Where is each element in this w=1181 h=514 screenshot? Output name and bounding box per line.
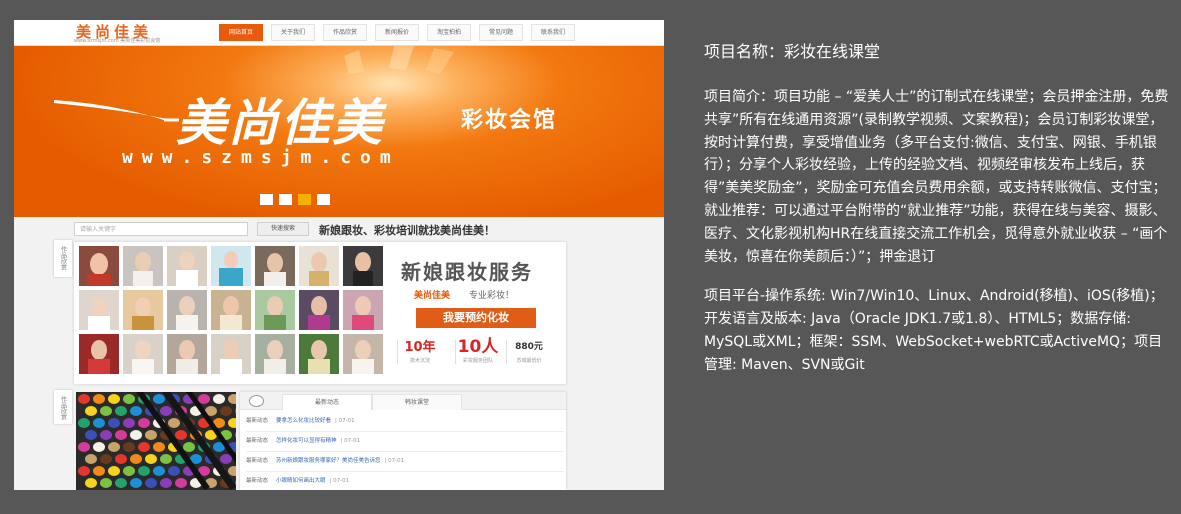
gallery-photo[interactable] xyxy=(299,334,339,374)
bridal-title: 新娘跟妆服务 xyxy=(401,260,533,284)
slide-dot[interactable] xyxy=(260,194,273,205)
search-input[interactable]: 请输入关键字 xyxy=(74,222,248,236)
gallery-photo[interactable] xyxy=(123,334,163,374)
slide-dot-active[interactable] xyxy=(298,194,311,205)
photo-grid xyxy=(79,246,389,378)
project-title: 项目名称：彩妆在线课堂 xyxy=(704,42,881,61)
gallery-photo[interactable] xyxy=(123,246,163,286)
nav-item-works[interactable]: 作品欣赏 xyxy=(323,24,367,41)
stat-caption: 彩妆服务团队 xyxy=(462,358,493,364)
site-header: 美尚佳美 www.szmsjm.com 美尚佳美彩妆会馆 网站首页 关于我们 作… xyxy=(14,20,664,46)
stat-value: 10年 xyxy=(404,340,436,355)
slide-dot[interactable] xyxy=(279,194,292,205)
gallery-photo[interactable] xyxy=(167,290,207,330)
project-description: 项目名称：彩妆在线课堂 项目简介：项目功能 – “爱美人士”的订制式在线课堂；会… xyxy=(704,40,1170,377)
gallery-photo[interactable] xyxy=(167,246,207,286)
search-button[interactable]: 快速搜索 xyxy=(257,222,309,236)
news-category: 最新动态 xyxy=(246,458,269,464)
gallery-photo[interactable] xyxy=(79,334,119,374)
project-intro: 项目简介：项目功能 – “爱美人士”的订制式在线课堂；会员押金注册，免费共享”所… xyxy=(704,89,1169,265)
banner-url: www.szmsjm.com xyxy=(122,147,400,168)
side-tab-label: 作品欣赏 xyxy=(59,246,67,270)
tab-makeup-class[interactable]: 韩妆课堂 xyxy=(372,394,462,410)
side-tab-works-2[interactable]: 作品欣赏 xyxy=(54,390,72,424)
nav-item-contact[interactable]: 联系我们 xyxy=(531,24,575,41)
side-tab-label: 作品欣赏 xyxy=(59,396,67,420)
gallery-photo[interactable] xyxy=(211,246,251,286)
website-screenshot: 美尚佳美 www.szmsjm.com 美尚佳美彩妆会馆 网站首页 关于我们 作… xyxy=(14,20,664,490)
news-category: 最新动态 xyxy=(246,418,269,424)
stat-caption: 苏城最低价 xyxy=(516,358,542,364)
book-makeup-button[interactable]: 我要预约化妆 xyxy=(416,308,536,328)
stat-value: 880元 xyxy=(515,342,543,352)
news-panel: 最新动态 韩妆课堂 最新动态 要拿怎么化妆比较好看 | 07-01 最新动态 怎样化妆… xyxy=(240,392,566,490)
news-category: 最新动态 xyxy=(246,478,269,484)
gallery-photo[interactable] xyxy=(255,246,295,286)
gallery-photo[interactable] xyxy=(255,290,295,330)
banner-subtitle: 彩妆会馆 xyxy=(461,108,558,133)
news-title[interactable]: 要拿怎么化妆比较好看 xyxy=(276,418,331,424)
stat-team: 10人 彩妆服务团队 xyxy=(455,337,500,364)
news-item[interactable]: 最新动态 要拿怎么化妆比较好看 | 07-01 xyxy=(246,412,564,432)
gallery-photo[interactable] xyxy=(79,290,119,330)
gallery-photo[interactable] xyxy=(211,290,251,330)
news-title[interactable]: 怎样化妆可以显得有精神 xyxy=(276,438,337,444)
nav-item-home[interactable]: 网站首页 xyxy=(219,24,263,41)
slide-dot[interactable] xyxy=(317,194,330,205)
news-date: | 07-01 xyxy=(335,418,355,424)
side-tab-works[interactable]: 作品欣赏 xyxy=(54,240,72,277)
nav-item-taobao[interactable]: 淘宝拍拍 xyxy=(427,24,471,41)
stat-price: 880元 苏城最低价 xyxy=(506,340,551,364)
gallery-photo[interactable] xyxy=(211,334,251,374)
gallery-photo[interactable] xyxy=(299,290,339,330)
news-category: 最新动态 xyxy=(246,438,269,444)
news-item[interactable]: 最新动态 怎样化妆可以显得有精神 | 07-01 xyxy=(246,432,564,452)
gallery-photo[interactable] xyxy=(167,334,207,374)
slide-indicators xyxy=(260,194,330,205)
bridal-service-panel: 新娘跟妆服务 美尚佳美 专业彩妆！ 我要预约化妆 10年 技术沉淀 10人 彩妆… xyxy=(74,242,566,384)
banner-title: 美尚佳美 xyxy=(176,94,384,152)
news-item[interactable]: 最新动态 苏州新娘跟妆服务哪家好？美尚佳美告诉您 | 07-01 xyxy=(246,452,564,472)
bridal-tagline: 专业彩妆！ xyxy=(469,291,515,301)
news-item[interactable]: 最新动态 小眼睛如何画出大眼 | 07-01 xyxy=(246,472,564,490)
news-tabs: 最新动态 韩妆课堂 xyxy=(240,392,566,410)
news-title[interactable]: 苏州新娘跟妆服务哪家好？美尚佳美告诉您 xyxy=(276,458,381,464)
stat-value: 10人 xyxy=(457,337,499,357)
check-circle-icon xyxy=(249,395,264,407)
news-date: | 07-01 xyxy=(384,458,405,464)
stat-caption: 技术沉淀 xyxy=(409,358,430,364)
stat-years: 10年 技术沉淀 xyxy=(397,340,442,364)
nav-item-news[interactable]: 新闻报价 xyxy=(375,24,419,41)
gallery-photo[interactable] xyxy=(343,246,383,286)
news-date: | 07-01 xyxy=(329,478,350,484)
news-date: | 07-01 xyxy=(340,438,361,444)
slogan-text: 新娘跟妆、彩妆培训就找美尚佳美！ xyxy=(319,224,495,237)
gallery-photo[interactable] xyxy=(299,246,339,286)
main-nav: 网站首页 关于我们 作品欣赏 新闻报价 淘宝拍拍 常见问题 联系我们 xyxy=(219,24,575,41)
nav-item-faq[interactable]: 常见问题 xyxy=(479,24,523,41)
logo-subtitle: www.szmsjm.com 美尚佳美彩妆会馆 xyxy=(74,38,161,44)
tab-latest-news[interactable]: 最新动态 xyxy=(282,394,372,410)
makeup-palette-image xyxy=(76,392,236,490)
hero-banner[interactable]: 美尚佳美 彩妆会馆 www.szmsjm.com xyxy=(14,46,664,217)
gallery-photo[interactable] xyxy=(343,334,383,374)
gallery-photo[interactable] xyxy=(255,334,295,374)
nav-item-about[interactable]: 关于我们 xyxy=(271,24,315,41)
gallery-photo[interactable] xyxy=(79,246,119,286)
news-title[interactable]: 小眼睛如何画出大眼 xyxy=(276,478,326,484)
project-platform: 项目平台-操作系统: Win7/Win10、Linux、Android(移植)、… xyxy=(704,288,1164,373)
gallery-photo[interactable] xyxy=(123,290,163,330)
gallery-photo[interactable] xyxy=(343,290,383,330)
bridal-brand: 美尚佳美 xyxy=(414,291,451,301)
